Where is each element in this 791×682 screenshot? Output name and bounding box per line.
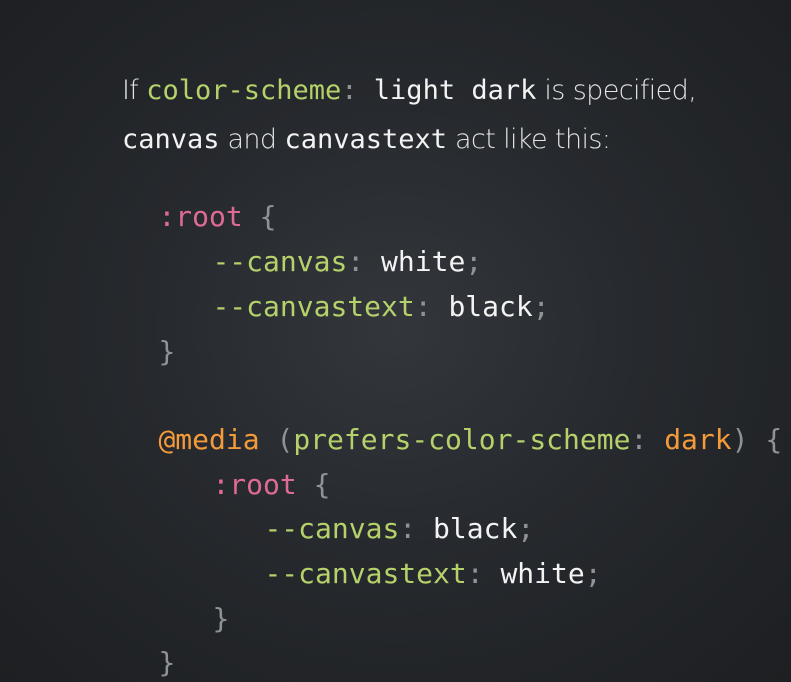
intro-line-2: canvas and canvastext act like this:: [90, 99, 611, 180]
open-brace: {: [765, 423, 783, 456]
intro-text: act like this:: [447, 124, 611, 155]
media-feature: prefers-color-scheme: [293, 423, 631, 456]
code-close-brace-line: }: [91, 310, 175, 394]
colon: :: [414, 290, 432, 323]
intro-text: and: [219, 124, 285, 155]
code-declaration-canvastext: --canvastext: black;: [145, 265, 550, 349]
inner-close-brace: }: [212, 602, 230, 635]
semicolon: ;: [532, 290, 550, 323]
code-media-close-brace-line: }: [91, 621, 175, 682]
close-paren: ): [731, 423, 749, 456]
close-brace: }: [158, 646, 176, 679]
inline-code-canvas: canvas: [121, 124, 220, 155]
semicolon: ;: [584, 557, 602, 590]
colon: :: [630, 423, 648, 456]
media-feature-value: dark: [664, 423, 732, 456]
property-canvastext: --canvastext: [264, 557, 467, 590]
value-white: white: [500, 557, 585, 590]
property-canvastext: --canvastext: [212, 290, 415, 323]
slide: If color-scheme: light dark is specified…: [0, 0, 791, 682]
close-brace: }: [158, 335, 176, 368]
code-dark-declaration-canvastext: --canvastext: white;: [197, 532, 602, 616]
value-black: black: [448, 290, 533, 323]
colon: :: [466, 557, 484, 590]
inline-code-canvastext: canvastext: [284, 124, 448, 155]
